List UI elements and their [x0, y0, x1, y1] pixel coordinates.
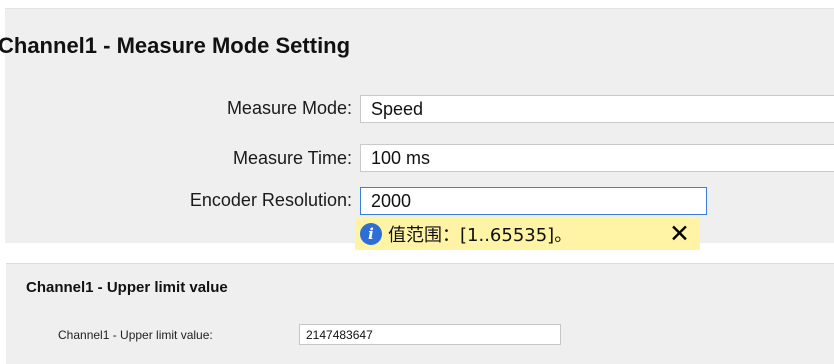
- measure-time-field[interactable]: 100 ms: [360, 144, 834, 172]
- measure-mode-panel: Channel1 - Measure Mode Setting Measure …: [0, 8, 834, 243]
- section-title: Channel1 - Upper limit value: [26, 279, 228, 296]
- validation-tooltip: i 值范围：[1..65535]。 ✕: [355, 218, 700, 250]
- info-icon: i: [360, 223, 382, 245]
- upper-limit-label: Channel1 - Upper limit value:: [58, 328, 213, 342]
- encoder-resolution-input[interactable]: 2000: [360, 187, 707, 215]
- measure-time-label: Measure Time:: [232, 148, 352, 168]
- measure-mode-label: Measure Mode:: [226, 98, 352, 118]
- tooltip-text: 值范围：[1..65535]。: [388, 225, 573, 246]
- upper-limit-panel: Channel1 - Upper limit value Channel1 - …: [6, 263, 834, 364]
- encoder-resolution-label: Encoder Resolution:: [189, 190, 352, 210]
- section-title: Channel1 - Measure Mode Setting: [0, 33, 351, 58]
- close-icon[interactable]: ✕: [669, 219, 690, 248]
- upper-limit-input[interactable]: 2147483647: [299, 324, 561, 345]
- measure-mode-field[interactable]: Speed: [360, 95, 834, 123]
